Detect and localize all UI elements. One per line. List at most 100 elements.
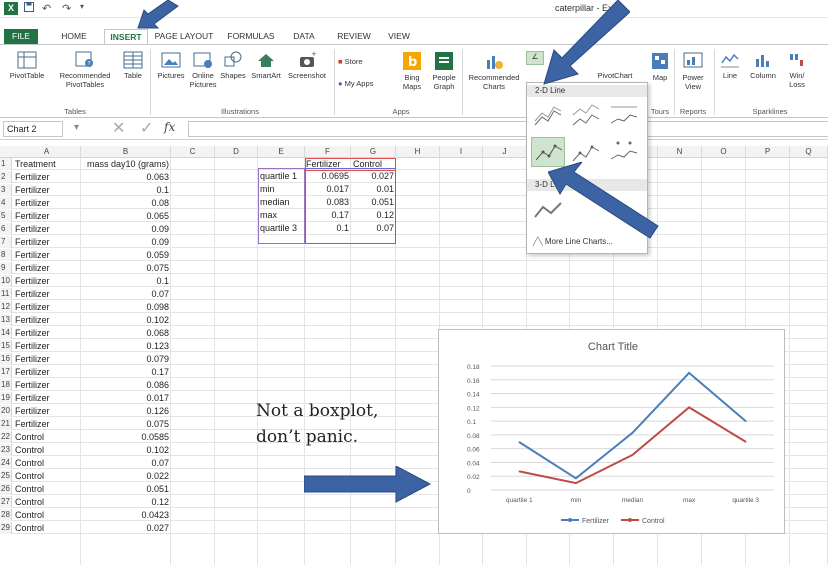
enter-icon[interactable]: ✓ <box>140 118 153 138</box>
function-icon[interactable]: fx <box>164 120 175 134</box>
redo-icon[interactable]: ↷ <box>62 2 71 15</box>
row-number[interactable]: 5 <box>0 210 12 222</box>
row-number[interactable]: 28 <box>0 509 12 521</box>
tab-file[interactable]: FILE <box>4 29 38 44</box>
cell-treatment[interactable]: Control <box>13 509 81 521</box>
cell-mass[interactable]: 0.1 <box>81 184 171 196</box>
cell-treatment[interactable]: Fertilizer <box>13 236 81 248</box>
cell-mass[interactable]: 0.102 <box>81 314 171 326</box>
row-number[interactable]: 26 <box>0 483 12 495</box>
cell-mass[interactable]: 0.051 <box>81 483 171 495</box>
cell-treatment[interactable]: Fertilizer <box>13 249 81 261</box>
cell-mass[interactable]: 0.1 <box>81 275 171 287</box>
column-header[interactable]: H <box>396 146 440 158</box>
cell-mass[interactable]: 0.059 <box>81 249 171 261</box>
power-view-button[interactable]: Power View <box>676 51 710 91</box>
formula-input[interactable] <box>188 121 828 137</box>
cell-treatment[interactable]: Fertilizer <box>13 379 81 391</box>
column-header[interactable]: D <box>215 146 258 158</box>
row-number[interactable]: 6 <box>0 223 12 235</box>
cell-treatment[interactable]: Fertilizer <box>13 327 81 339</box>
row-number[interactable]: 24 <box>0 457 12 469</box>
cell-treatment[interactable]: Fertilizer <box>13 223 81 235</box>
cell-treatment[interactable]: Fertilizer <box>13 340 81 352</box>
column-header[interactable]: G <box>351 146 396 158</box>
cell-treatment[interactable]: Control <box>13 483 81 495</box>
cell-mass[interactable]: 0.022 <box>81 470 171 482</box>
row-number[interactable]: 23 <box>0 444 12 456</box>
bing-maps-button[interactable]: b Bing Maps <box>396 51 428 91</box>
row-number[interactable]: 17 <box>0 366 12 378</box>
cell-treatment[interactable]: Control <box>13 457 81 469</box>
cancel-icon[interactable]: ✕ <box>112 118 125 138</box>
name-box[interactable]: Chart 2 <box>3 121 63 137</box>
row-number[interactable]: 8 <box>0 249 12 261</box>
cell-mass[interactable]: 0.0585 <box>81 431 171 443</box>
pictures-button[interactable]: Pictures <box>154 51 188 80</box>
cell-mass[interactable]: 0.017 <box>81 392 171 404</box>
cell-mass[interactable]: 0.09 <box>81 236 171 248</box>
cell-mass[interactable]: 0.126 <box>81 405 171 417</box>
cell-mass[interactable]: 0.12 <box>81 496 171 508</box>
namebox-dropdown-icon[interactable]: ▾ <box>74 122 79 133</box>
sparkline-line-button[interactable]: Line <box>716 51 744 80</box>
cell-mass[interactable]: 0.063 <box>81 171 171 183</box>
column-header[interactable]: F <box>305 146 351 158</box>
cell-mass[interactable]: 0.027 <box>81 522 171 534</box>
row-number[interactable]: 14 <box>0 327 12 339</box>
recommended-charts-button[interactable]: Recommended Charts <box>464 51 524 91</box>
dd-100-stacked-line[interactable] <box>607 101 641 131</box>
customize-qat-icon[interactable]: ▾ <box>80 2 84 11</box>
cell-treatment[interactable]: Control <box>13 496 81 508</box>
column-header[interactable]: N <box>658 146 702 158</box>
column-header[interactable]: E <box>258 146 305 158</box>
tab-page-layout[interactable]: PAGE LAYOUT <box>154 29 214 44</box>
cell-mass[interactable]: 0.0423 <box>81 509 171 521</box>
cell-mass[interactable]: 0.075 <box>81 262 171 274</box>
cell-mass[interactable]: 0.079 <box>81 353 171 365</box>
row-number[interactable]: 15 <box>0 340 12 352</box>
store-button[interactable]: ■ Store <box>338 57 378 66</box>
online-pictures-button[interactable]: Online Pictures <box>188 51 218 89</box>
row-number[interactable]: 29 <box>0 522 12 534</box>
row-number[interactable]: 1 <box>0 158 12 170</box>
tab-data[interactable]: DATA <box>286 29 322 44</box>
tab-home[interactable]: HOME <box>52 29 96 44</box>
column-header[interactable]: J <box>483 146 527 158</box>
tab-insert[interactable]: INSERT <box>104 29 148 44</box>
dd-line[interactable] <box>531 101 565 131</box>
cell-treatment[interactable]: Fertilizer <box>13 275 81 287</box>
row-number[interactable]: 10 <box>0 275 12 287</box>
column-header[interactable]: I <box>440 146 483 158</box>
cell-treatment[interactable]: Fertilizer <box>13 366 81 378</box>
cell-treatment[interactable]: Control <box>13 470 81 482</box>
row-number[interactable]: 11 <box>0 288 12 300</box>
screenshot-button[interactable]: + Screenshot <box>284 51 330 80</box>
row-number[interactable]: 25 <box>0 470 12 482</box>
cell-treatment[interactable]: Fertilizer <box>13 210 81 222</box>
sparkline-winloss-button[interactable]: Win/ Loss <box>782 51 812 89</box>
row-number[interactable]: 13 <box>0 314 12 326</box>
row-number[interactable]: 20 <box>0 405 12 417</box>
cell-mass[interactable]: 0.075 <box>81 418 171 430</box>
tab-view[interactable]: VIEW <box>384 29 414 44</box>
cell-mass[interactable]: 0.068 <box>81 327 171 339</box>
row-number[interactable]: 12 <box>0 301 12 313</box>
row-number[interactable]: 3 <box>0 184 12 196</box>
map-button[interactable]: Map <box>648 51 672 82</box>
column-header[interactable]: B <box>81 146 171 158</box>
cell-mass[interactable]: 0.123 <box>81 340 171 352</box>
cell-treatment[interactable]: Control <box>13 431 81 443</box>
row-number[interactable]: 4 <box>0 197 12 209</box>
line-chart[interactable]: Chart Title 0.18 0.16 0.14 0.12 0.1 0.08 0.06 0.… <box>438 329 785 534</box>
cell-mass[interactable]: 0.07 <box>81 288 171 300</box>
column-header[interactable]: O <box>702 146 746 158</box>
sparkline-column-button[interactable]: Column <box>746 51 780 80</box>
cell-treatment[interactable]: Fertilizer <box>13 262 81 274</box>
column-header[interactable]: Q <box>790 146 828 158</box>
row-number[interactable]: 7 <box>0 236 12 248</box>
recommended-pivottables-button[interactable]: ? Recommended PivotTables <box>54 51 116 89</box>
shapes-button[interactable]: Shapes <box>218 51 248 80</box>
cell-treatment[interactable]: Fertilizer <box>13 353 81 365</box>
cell-mass[interactable]: 0.07 <box>81 457 171 469</box>
